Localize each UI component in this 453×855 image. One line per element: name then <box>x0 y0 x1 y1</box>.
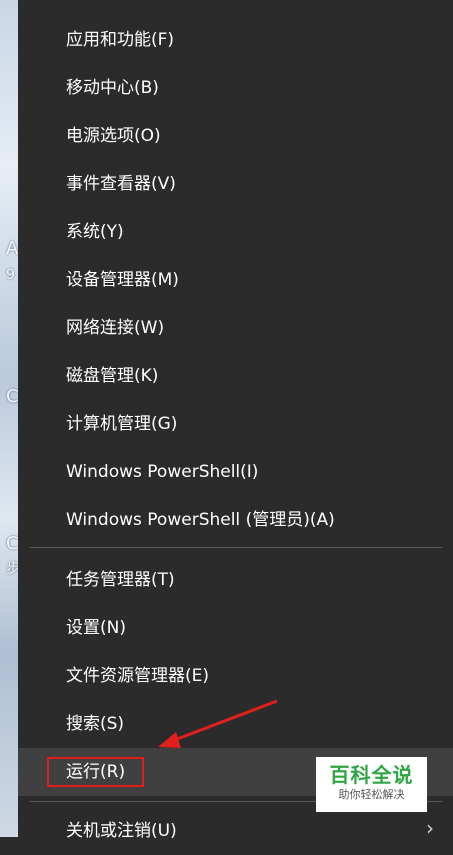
menu-item-powershell-admin[interactable]: Windows PowerShell (管理员)(A) <box>18 496 453 544</box>
menu-item-shutdown-or-sign-out[interactable]: 关机或注销(U) <box>18 807 453 855</box>
menu-item-search[interactable]: 搜索(S) <box>18 700 453 748</box>
menu-item-event-viewer[interactable]: 事件查看器(V) <box>18 160 453 208</box>
wallpaper-glyph: 9 <box>6 267 15 283</box>
wallpaper-glyph: 步 <box>6 561 18 577</box>
menu-item-task-manager[interactable]: 任务管理器(T) <box>18 556 453 604</box>
menu-item-network-connections[interactable]: 网络连接(W) <box>18 304 453 352</box>
menu-item-settings[interactable]: 设置(N) <box>18 604 453 652</box>
wallpaper-glyph: C <box>6 533 18 554</box>
menu-item-powershell[interactable]: Windows PowerShell(I) <box>18 448 453 496</box>
menu-item-computer-management[interactable]: 计算机管理(G) <box>18 400 453 448</box>
desktop-wallpaper: A 9 C C 步 <box>0 0 18 837</box>
annotation-highlight-box <box>47 757 144 787</box>
menu-item-power-options[interactable]: 电源选项(O) <box>18 112 453 160</box>
watermark-subtitle: 助你轻松解决 <box>338 788 405 801</box>
menu-separator <box>30 547 442 548</box>
menu-item-device-manager[interactable]: 设备管理器(M) <box>18 256 453 304</box>
menu-item-apps-and-features[interactable]: 应用和功能(F) <box>18 16 453 64</box>
watermark-title: 百科全说 <box>329 763 414 787</box>
wallpaper-glyph: C <box>6 386 18 407</box>
menu-item-system[interactable]: 系统(Y) <box>18 208 453 256</box>
menu-item-disk-management[interactable]: 磁盘管理(K) <box>18 352 453 400</box>
winx-context-menu: 应用和功能(F) 移动中心(B) 电源选项(O) 事件查看器(V) 系统(Y) … <box>18 0 453 841</box>
wallpaper-glyph: A <box>6 238 18 259</box>
menu-item-file-explorer[interactable]: 文件资源管理器(E) <box>18 652 453 700</box>
watermark-logo: 百科全说 助你轻松解决 <box>316 757 427 812</box>
chevron-right-icon: › <box>426 816 434 840</box>
menu-item-mobility-center[interactable]: 移动中心(B) <box>18 64 453 112</box>
